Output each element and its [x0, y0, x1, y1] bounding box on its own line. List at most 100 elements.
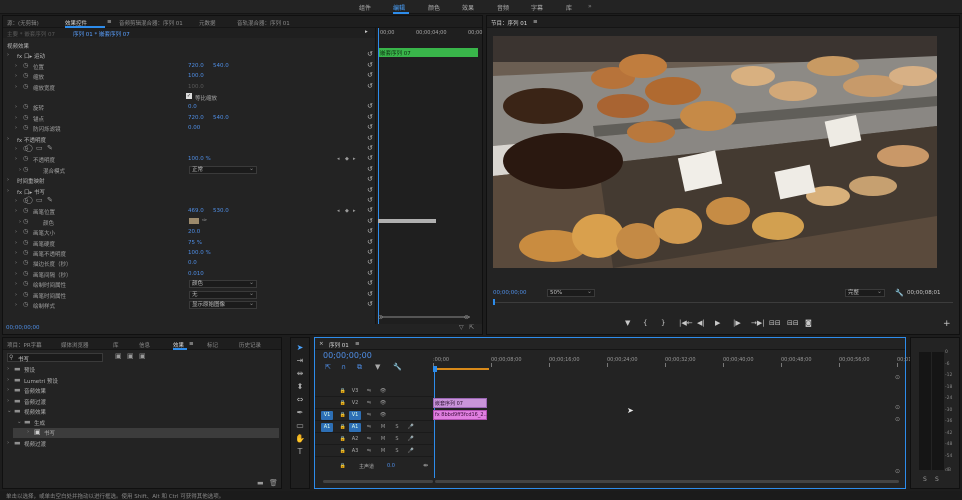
expand-arrow-icon[interactable]: › — [15, 197, 17, 205]
effects-tree-item[interactable]: 音频效果 — [24, 387, 46, 395]
stopwatch-icon[interactable]: ◷ — [23, 114, 28, 122]
ec-row-label[interactable]: 时间重映射 — [17, 177, 45, 185]
track-height-scroll[interactable] — [323, 480, 433, 483]
track-target-a3[interactable]: A3 — [349, 447, 361, 456]
ec-row-label[interactable]: 缩放 — [33, 73, 44, 81]
ec-row-label[interactable]: 缩放宽度 — [33, 84, 55, 92]
ec-row-label[interactable]: 画笔硬度 — [33, 240, 55, 248]
razor-tool-icon[interactable]: ⬍ — [295, 382, 305, 391]
track-target-v1[interactable]: V1 — [349, 411, 361, 420]
vscroll-top-icon[interactable]: ⊙ — [895, 374, 900, 381]
program-quality-select[interactable]: 完整 — [845, 289, 885, 297]
hand-tool-icon[interactable]: ✋ — [295, 434, 305, 443]
ec-value-2[interactable]: 540.0 — [213, 115, 229, 121]
timeline-settings-icon[interactable]: 🔧 — [393, 363, 402, 371]
track-target-a1[interactable]: A1 — [349, 423, 361, 432]
tab-audio-clip-mixer[interactable]: 音频剪辑混合器：序列 01 — [119, 19, 183, 27]
reset-icon[interactable]: ↺ — [367, 186, 373, 194]
ec-row-label[interactable]: 描边长度（秒） — [33, 260, 72, 268]
ec-row-label[interactable]: 混合模式 — [43, 167, 65, 175]
ec-value-2[interactable]: 530.0 — [213, 208, 229, 214]
mute-button[interactable]: M — [377, 447, 389, 456]
reset-icon[interactable]: ↺ — [367, 258, 373, 266]
stopwatch-icon[interactable]: ◷ — [23, 207, 28, 215]
ec-row-label[interactable]: fx 口▸ 书写 — [17, 188, 45, 196]
ec-dropdown[interactable]: 无 — [189, 290, 257, 299]
ellipse-mask-icon[interactable]: ◯ — [25, 144, 33, 152]
tree-arrow-icon[interactable]: ⌄ — [17, 419, 22, 425]
stopwatch-icon[interactable]: ◷ — [23, 62, 28, 70]
effects-tree-item[interactable]: Lumetri 预设 — [24, 377, 58, 385]
source-patch-v1[interactable]: V1 — [321, 411, 333, 420]
pen-mask-icon[interactable]: ✎ — [47, 196, 53, 204]
reset-icon[interactable]: ↺ — [367, 123, 373, 131]
stopwatch-icon[interactable]: ◷ — [23, 239, 28, 247]
tab-history[interactable]: 历史记录 — [239, 341, 261, 349]
ec-timecode[interactable]: 00;00;00;00 — [6, 325, 40, 331]
step-forward-icon[interactable]: |▶ — [733, 319, 741, 327]
ec-value-1[interactable]: 100.0 % — [188, 156, 211, 162]
stopwatch-icon[interactable]: ◷ — [23, 291, 28, 299]
timeline-close-icon[interactable]: × — [319, 341, 324, 347]
tab-audio-track-mixer[interactable]: 音轨混合器：序列 01 — [237, 19, 290, 27]
expand-arrow-icon[interactable]: › — [15, 259, 17, 267]
reset-icon[interactable]: ↺ — [367, 82, 373, 90]
nest-toggle-icon[interactable]: ⇱ — [325, 363, 331, 371]
reset-icon[interactable]: ↺ — [367, 134, 373, 142]
expand-arrow-icon[interactable]: › — [15, 249, 17, 257]
expand-arrow-icon[interactable]: › — [7, 176, 9, 184]
ec-export-icon[interactable]: ⇱ — [469, 324, 474, 331]
eye-icon[interactable]: 👁 — [377, 387, 389, 396]
expand-arrow-icon[interactable]: › — [15, 270, 17, 278]
stopwatch-icon[interactable]: ◷ — [23, 270, 28, 278]
sync-lock-icon[interactable]: ⇋ — [363, 411, 375, 420]
ec-row-label[interactable]: 画笔不透明度 — [33, 250, 66, 258]
solo-left-icon[interactable]: S — [923, 476, 927, 483]
expand-arrow-icon[interactable]: › — [15, 207, 17, 215]
track-target-a2[interactable]: A2 — [349, 435, 361, 444]
ec-row-label[interactable]: 锚点 — [33, 115, 44, 123]
tree-arrow-icon[interactable]: › — [7, 377, 9, 383]
track-target-v3[interactable]: V3 — [349, 387, 361, 396]
vscroll-mid2-icon[interactable]: ⊙ — [895, 416, 900, 423]
stopwatch-icon[interactable]: ◷ — [23, 228, 28, 236]
ec-row-label[interactable]: 画笔时间属性 — [33, 292, 66, 300]
eyedropper-icon[interactable]: ✑ — [202, 217, 207, 225]
timeline-zoom-scroll[interactable] — [435, 480, 899, 483]
mini-keyframe-bar[interactable] — [378, 219, 436, 223]
tab-sequence[interactable]: 序列 01 — [329, 341, 349, 349]
prev-keyframe-icon[interactable]: ◂ — [337, 155, 340, 163]
workspace-tab-editing[interactable]: 编辑 — [393, 3, 405, 12]
ec-row-label[interactable]: 绘制时间属性 — [33, 281, 66, 289]
32bit-effects-icon[interactable]: ▣ — [127, 352, 134, 360]
effects-search-input[interactable]: ⚲ 书写 — [7, 353, 103, 363]
ec-value-1[interactable]: 469.0 — [188, 208, 204, 214]
ec-master-label[interactable]: 主要 * 嵌套序列 07 — [7, 30, 55, 38]
ec-dropdown[interactable]: 正常 — [189, 165, 257, 174]
tree-arrow-icon[interactable]: › — [7, 440, 9, 446]
ec-value-1[interactable]: 100.0 % — [188, 250, 211, 256]
ec-row-label[interactable]: fx 不透明度 — [17, 136, 46, 144]
solo-button[interactable]: S — [391, 447, 403, 456]
reset-icon[interactable]: ↺ — [367, 61, 373, 69]
vscroll-bottom-icon[interactable]: ⊙ — [895, 468, 900, 475]
workspace-more-icon[interactable]: » — [588, 3, 592, 10]
selection-tool-icon[interactable]: ➤ — [295, 343, 305, 352]
ec-value-1[interactable]: 75 % — [188, 240, 202, 246]
track-lock-icon[interactable]: 🔒 — [337, 435, 349, 444]
expand-arrow-icon[interactable]: › — [15, 114, 17, 122]
expand-arrow-icon[interactable]: › — [19, 218, 21, 226]
ec-value-2[interactable]: 540.0 — [213, 63, 229, 69]
reset-icon[interactable]: ↺ — [367, 154, 373, 162]
ec-row-label[interactable]: fx 口▸ 运动 — [17, 52, 45, 60]
workspace-tab-effects[interactable]: 效果 — [462, 3, 474, 12]
stopwatch-icon[interactable]: ◷ — [23, 103, 28, 111]
track-lock-icon[interactable]: 🔒 — [337, 387, 349, 396]
program-playhead[interactable] — [493, 299, 495, 305]
effects-tree-item[interactable]: 视频效果 — [24, 408, 46, 416]
step-back-icon[interactable]: ◀| — [697, 319, 705, 327]
expand-arrow-icon[interactable]: › — [15, 239, 17, 247]
extract-icon[interactable]: ⊟⊟ — [787, 319, 799, 327]
yuv-effects-icon[interactable]: ▣ — [139, 352, 146, 360]
workspace-tab-assembly[interactable]: 组件 — [359, 3, 371, 12]
